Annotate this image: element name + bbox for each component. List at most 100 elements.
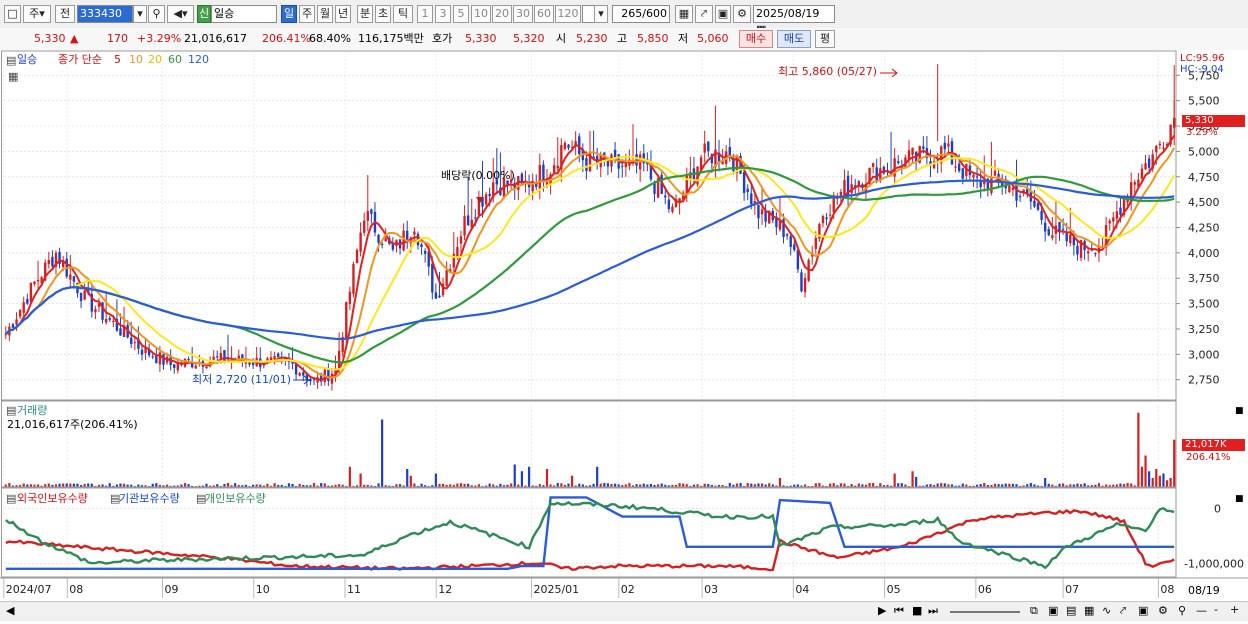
volume-bar [750,483,753,487]
interval-10[interactable]: 10 [471,5,491,23]
grid-icon[interactable]: ▦ [1084,604,1094,618]
candle-body [108,318,111,320]
volume-bar [757,483,760,487]
market-select[interactable]: 주▾ [23,5,51,23]
volume-bar [760,483,764,487]
stock-name-field[interactable]: 일승 [211,5,277,23]
buy-button[interactable]: 매수 [739,30,773,48]
current-volume-pct: 206.41% [1186,452,1231,463]
candle-body [47,259,51,265]
candle-body [764,211,767,222]
zoom-out-icon[interactable]: — [1196,604,1207,618]
bid-price: 5,320 [513,32,545,45]
volume-bar [872,483,875,487]
x-tick-label: 2025/01 [533,583,579,596]
volume-bar [459,483,463,487]
candle-body [119,328,122,336]
image-icon[interactable]: ▣ [1138,604,1148,618]
candle-body [1058,221,1061,232]
stop-icon[interactable]: ■ [912,604,922,618]
copy-icon[interactable]: ⧉ [1030,604,1038,618]
avg-button[interactable]: 평 [815,30,835,48]
chart-icon[interactable]: ∿ [1102,604,1111,618]
interval-60[interactable]: 60 [534,5,554,23]
volume-bar [513,464,516,487]
volume-bar [768,483,771,487]
interval-30[interactable]: 30 [513,5,533,23]
tab-day[interactable]: 일 [281,5,297,23]
sell-button[interactable]: 매도 [777,30,811,48]
gear-icon[interactable]: ⚙ [733,5,751,23]
plus-icon[interactable]: + [1230,603,1239,617]
volume-close-icon[interactable]: ■ [1235,404,1244,418]
prev-button[interactable]: 전 [55,5,75,23]
tab-month[interactable]: 월 [317,5,333,23]
stock-code-input[interactable]: 333430 [77,5,133,23]
interval-20[interactable]: 20 [492,5,512,23]
price-tick-label: 3,750 [1188,272,1220,285]
volume-bar [832,483,835,487]
panel-icon[interactable]: ▤ [1066,604,1076,618]
trend-icon[interactable]: ⤤ [1120,604,1126,618]
window-icon[interactable]: □ [4,5,21,23]
candle-body [1015,184,1018,201]
volume-bar [8,483,11,487]
scroll-right-icon[interactable]: ▶ [878,604,886,618]
tab-minute[interactable]: 분 [357,5,373,23]
tab-week[interactable]: 주 [299,5,315,23]
candle-icon[interactable]: ▦ [675,5,693,23]
candle-body [363,220,366,233]
volume-bar [22,483,25,487]
scroll-left-icon[interactable]: ◀ [6,604,14,618]
holding-close-icon[interactable]: ■ [1235,492,1244,506]
last-page-icon[interactable]: ⏭ [928,604,938,618]
volume-bar [943,483,946,487]
volume-bar [47,483,50,487]
tool-icon[interactable]: ⚙ [1158,604,1168,618]
candle-body [359,232,362,252]
volume-bar [119,483,122,487]
tab-second[interactable]: 초 [375,5,391,23]
volume-bar [603,483,606,487]
tab-year[interactable]: 년 [335,5,351,23]
zoom-icon[interactable]: ⚲ [1178,604,1186,618]
interval-1[interactable]: 1 [417,5,433,23]
price-tick-label: 5,000 [1188,145,1220,158]
price-tick-label: 5,500 [1188,95,1220,108]
date-input[interactable]: 2025/08/19 ▦ [753,5,835,36]
first-page-icon[interactable]: ⏮ [894,604,904,618]
candle-body [456,247,459,257]
volume-value: 21,016,617 [184,32,247,45]
volume-panel-icon[interactable]: ▤ [6,404,16,418]
volume-bar [312,483,316,487]
zoom-slider[interactable] [950,611,1020,613]
open-label: 시 [556,32,567,45]
draw-icon[interactable]: ⤤ [695,5,713,23]
top-toolbar: □ 주▾ 전 333430 ▾ ⚲ ◀▾ 신 일승 일 주 월 년 분 초 틱 … [0,0,1248,36]
search-icon[interactable]: ⚲ [148,5,165,23]
layout-icon[interactable]: ▣ [1048,604,1058,618]
interval-dropdown-icon[interactable]: ▾ [594,5,608,23]
interval-120[interactable]: 120 [555,5,581,23]
interval-3[interactable]: 3 [435,5,451,23]
candle-body [1112,217,1115,222]
tab-tick[interactable]: 틱 [393,5,413,23]
speaker-icon[interactable]: ◀▾ [167,5,194,23]
interval-5[interactable]: 5 [453,5,469,23]
volume-bar [1148,471,1151,487]
holding-panel-icon[interactable]: ▤ [6,492,16,506]
candle-body [51,256,54,267]
main-panel-icon[interactable]: ▤ [6,54,16,68]
volume-bar [868,483,871,487]
x-tick-label: 11 [347,583,361,596]
save-icon[interactable]: ▣ [715,5,731,23]
minus-icon[interactable]: - [1214,603,1218,617]
count-field[interactable]: 265/600 [612,5,670,23]
dividend-annotation: 배당락(0.00%) [441,169,515,182]
candle-body [1144,163,1147,170]
candle-body [1043,222,1047,232]
code-dropdown-icon[interactable]: ▾ [133,5,147,23]
stock-chart[interactable]: 2024/07 08 09 10 11 12 2025/01 02 03 04 05 06 07 085,… [0,50,1248,621]
table-icon[interactable]: ▦ [8,70,18,84]
ma120-legend: 120 [188,53,209,66]
